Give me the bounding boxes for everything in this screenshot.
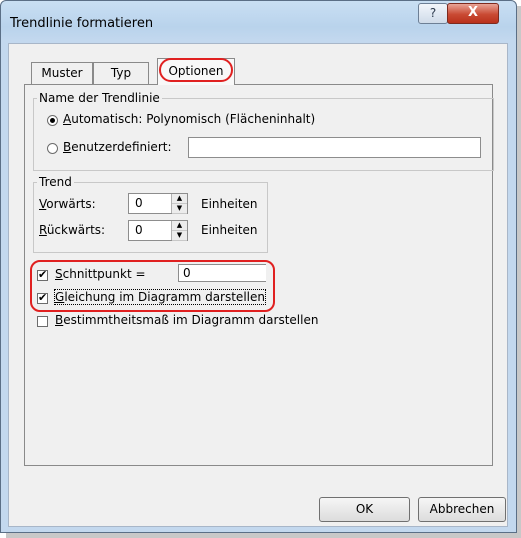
radio-custom[interactable]: [47, 143, 58, 154]
close-button[interactable]: X: [447, 3, 499, 24]
rsquared-checkbox[interactable]: [37, 316, 48, 327]
window-shadow: [6, 533, 521, 538]
spin-down-icon[interactable]: ▼: [172, 204, 187, 214]
forward-unit-label: Einheiten: [201, 197, 258, 211]
rsquared-checkbox-label[interactable]: Bestimmtheitsmaß im Diagramm darstellen: [55, 313, 318, 327]
spin-down-icon[interactable]: ▼: [172, 231, 187, 241]
annotation-highlight-tab: [159, 58, 233, 82]
spin-up-icon[interactable]: ▲: [172, 194, 187, 204]
ok-button[interactable]: OK: [319, 497, 410, 522]
radio-custom-label[interactable]: Benutzerdefiniert:: [63, 140, 172, 154]
radio-automatic-label[interactable]: Automatisch: Polynomisch (Flächeninhalt): [63, 112, 315, 126]
forward-spinner[interactable]: ▲ ▼: [171, 194, 187, 214]
forward-label: Vorwärts:: [39, 197, 96, 211]
radio-automatic[interactable]: [47, 115, 58, 126]
help-icon: ?: [429, 6, 437, 20]
trend-group-label: Trend: [37, 175, 74, 189]
tab-typ[interactable]: Typ: [93, 62, 149, 84]
dialog-title: Trendlinie formatieren: [10, 16, 154, 31]
tab-muster[interactable]: Muster: [31, 62, 93, 84]
backward-label: Rückwärts:: [39, 223, 106, 237]
custom-name-input[interactable]: [188, 137, 481, 158]
close-icon: X: [467, 5, 479, 20]
trendline-name-group: [33, 98, 494, 171]
window-shadow: [517, 6, 521, 538]
backward-spinner[interactable]: ▲ ▼: [171, 221, 187, 241]
spin-up-icon[interactable]: ▲: [172, 221, 187, 231]
cancel-button[interactable]: Abbrechen: [418, 497, 506, 522]
trendline-name-group-label: Name der Trendlinie: [37, 91, 162, 105]
annotation-highlight-options: [30, 260, 275, 312]
backward-unit-label: Einheiten: [201, 223, 258, 237]
help-button[interactable]: ?: [418, 3, 448, 24]
